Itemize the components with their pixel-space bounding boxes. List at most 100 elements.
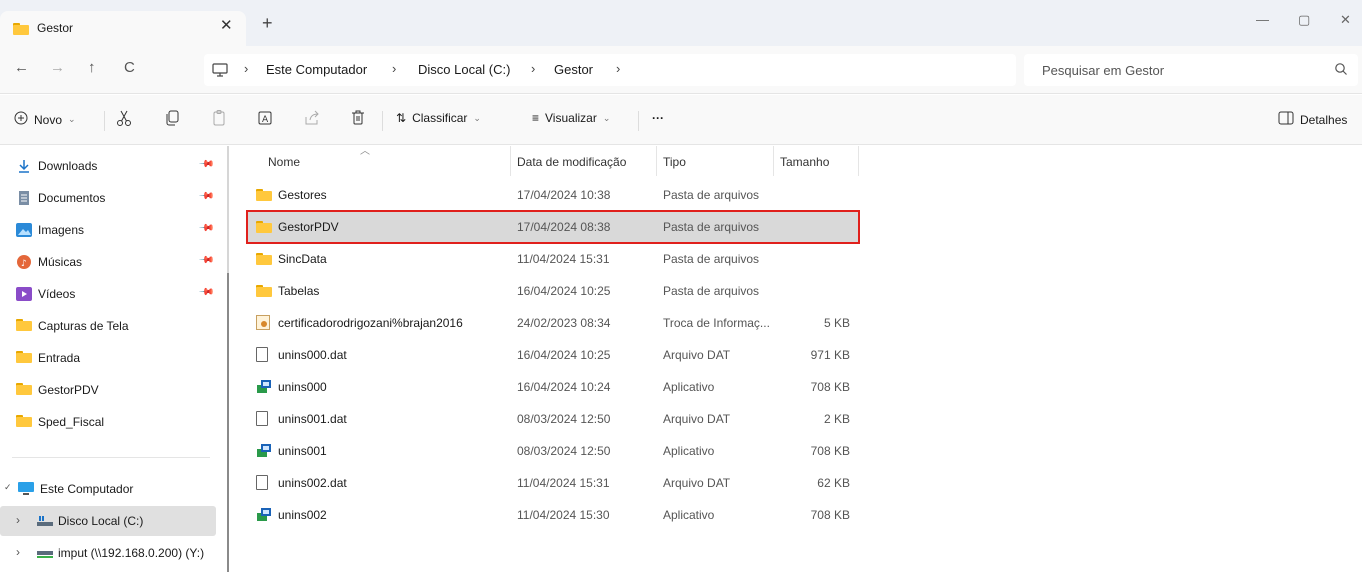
file-type: Aplicativo bbox=[663, 508, 715, 522]
file-type: Pasta de arquivos bbox=[663, 284, 760, 298]
sidebar-item-musicas[interactable]: ♪ Músicas 📌 bbox=[0, 247, 216, 277]
search-icon[interactable] bbox=[1334, 62, 1348, 79]
cut-icon[interactable] bbox=[114, 108, 134, 128]
sidebar-item-label: Entrada bbox=[38, 351, 81, 365]
column-header-type[interactable]: Tipo bbox=[663, 155, 686, 169]
folder-icon bbox=[256, 189, 272, 201]
sort-label: Classificar bbox=[412, 111, 468, 125]
file-row-unins000[interactable]: unins000 16/04/2024 10:24 Aplicativo 708… bbox=[248, 372, 858, 402]
sort-button[interactable]: ⇅ Classificar ⌄ bbox=[396, 111, 481, 125]
sidebar-scrollbar[interactable] bbox=[227, 146, 229, 572]
expanded-chevron-icon[interactable]: ✓ bbox=[4, 482, 12, 493]
column-divider[interactable] bbox=[656, 146, 657, 176]
file-date: 11/04/2024 15:31 bbox=[517, 476, 610, 490]
up-button[interactable]: ↑ bbox=[88, 59, 96, 76]
address-bar[interactable]: › Este Computador › Disco Local (C:) › G… bbox=[204, 54, 1016, 86]
tab-close-button[interactable]: ✕ bbox=[220, 16, 233, 34]
file-row-gestorpdv[interactable]: GestorPDV 17/04/2024 08:38 Pasta de arqu… bbox=[246, 210, 860, 244]
delete-icon[interactable] bbox=[348, 108, 368, 128]
sort-ascending-icon: ︿ bbox=[360, 146, 370, 157]
music-icon: ♪ bbox=[16, 255, 32, 269]
document-icon bbox=[16, 191, 32, 205]
forward-button[interactable]: → bbox=[50, 59, 65, 76]
column-divider[interactable] bbox=[510, 146, 511, 176]
column-divider[interactable] bbox=[858, 146, 859, 176]
sidebar-item-este-computador[interactable]: ✓ Este Computador bbox=[0, 474, 216, 504]
file-type: Arquivo DAT bbox=[663, 348, 731, 362]
sidebar-item-sped-fiscal[interactable]: Sped_Fiscal bbox=[0, 407, 216, 437]
svg-text:♪: ♪ bbox=[21, 259, 27, 269]
scrollbar-thumb[interactable] bbox=[227, 273, 229, 572]
new-tab-button[interactable]: + bbox=[262, 13, 273, 34]
close-window-button[interactable]: ✕ bbox=[1340, 12, 1351, 28]
more-options-button[interactable]: ··· bbox=[652, 111, 664, 125]
file-row-tabelas[interactable]: Tabelas 16/04/2024 10:25 Pasta de arquiv… bbox=[248, 276, 858, 306]
file-row-gestores[interactable]: Gestores 17/04/2024 10:38 Pasta de arqui… bbox=[248, 180, 858, 210]
tab-gestor[interactable]: Gestor ✕ bbox=[0, 11, 246, 46]
folder-icon bbox=[16, 415, 32, 429]
sidebar-item-label: Downloads bbox=[38, 159, 98, 173]
sidebar-item-network-drive[interactable]: › imput (\\192.168.0.200) (Y:) bbox=[0, 538, 216, 568]
sidebar-item-entrada[interactable]: Entrada bbox=[0, 343, 216, 373]
tab-title: Gestor bbox=[37, 21, 74, 35]
file-icon bbox=[256, 411, 268, 426]
svg-text:A: A bbox=[262, 115, 269, 125]
file-row-unins000-dat[interactable]: unins000.dat 16/04/2024 10:25 Arquivo DA… bbox=[248, 340, 858, 370]
column-divider[interactable] bbox=[773, 146, 774, 176]
file-size: 971 KB bbox=[810, 348, 850, 362]
sidebar-item-documentos[interactable]: Documentos 📌 bbox=[0, 183, 216, 213]
breadcrumb-gestor[interactable]: Gestor bbox=[554, 62, 593, 77]
file-type: Aplicativo bbox=[663, 444, 715, 458]
file-row-unins002[interactable]: unins002 11/04/2024 15:30 Aplicativo 708… bbox=[248, 500, 858, 530]
file-type: Troca de Informaç... bbox=[663, 316, 770, 330]
view-button[interactable]: ≡ Visualizar ⌄ bbox=[532, 111, 610, 125]
column-header-date[interactable]: Data de modificação bbox=[517, 155, 626, 169]
sidebar-item-label: Sped_Fiscal bbox=[38, 415, 105, 429]
sidebar-item-disco-local[interactable]: › Disco Local (C:) bbox=[0, 506, 216, 536]
search-box[interactable]: Pesquisar em Gestor bbox=[1024, 54, 1358, 86]
copy-icon[interactable] bbox=[162, 108, 182, 128]
refresh-button[interactable]: C bbox=[124, 59, 135, 76]
file-row-unins001[interactable]: unins001 08/03/2024 12:50 Aplicativo 708… bbox=[248, 436, 858, 466]
sidebar-item-capturas-de-tela[interactable]: Capturas de Tela bbox=[0, 311, 216, 341]
paste-icon[interactable] bbox=[210, 108, 230, 128]
file-size: 708 KB bbox=[810, 444, 850, 458]
sidebar-item-videos[interactable]: Vídeos 📌 bbox=[0, 279, 216, 309]
maximize-button[interactable]: ▢ bbox=[1298, 12, 1310, 28]
sidebar-item-gestorpdv[interactable]: GestorPDV bbox=[0, 375, 216, 405]
back-button[interactable]: ← bbox=[14, 59, 29, 76]
expand-chevron-icon[interactable]: › bbox=[16, 545, 20, 559]
title-bar: Gestor ✕ + — ▢ ✕ bbox=[0, 0, 1362, 46]
file-date: 11/04/2024 15:30 bbox=[517, 508, 610, 522]
file-name: unins001.dat bbox=[278, 412, 347, 426]
sidebar-item-imagens[interactable]: Imagens 📌 bbox=[0, 215, 216, 245]
rename-icon[interactable]: A bbox=[256, 108, 276, 128]
file-row-certificado[interactable]: certificadorodrigozani%brajan2016 24/02/… bbox=[248, 308, 858, 338]
share-icon[interactable] bbox=[302, 108, 322, 128]
file-size: 5 KB bbox=[823, 316, 850, 330]
new-button[interactable]: Novo ⌄ bbox=[14, 111, 76, 128]
pin-icon: 📌 bbox=[197, 252, 215, 269]
divider bbox=[638, 111, 639, 131]
minimize-button[interactable]: — bbox=[1256, 12, 1269, 27]
sidebar-item-label: imput (\\192.168.0.200) (Y:) bbox=[58, 546, 205, 560]
application-icon bbox=[256, 506, 272, 522]
file-row-unins002-dat[interactable]: unins002.dat 11/04/2024 15:31 Arquivo DA… bbox=[248, 468, 858, 498]
file-icon bbox=[256, 475, 268, 490]
file-row-unins001-dat[interactable]: unins001.dat 08/03/2024 12:50 Arquivo DA… bbox=[248, 404, 858, 434]
breadcrumb-este-computador[interactable]: Este Computador bbox=[266, 62, 367, 77]
file-icon bbox=[256, 347, 268, 362]
file-size: 708 KB bbox=[810, 380, 850, 394]
column-header-size[interactable]: Tamanho bbox=[780, 155, 829, 169]
sidebar-item-downloads[interactable]: Downloads 📌 bbox=[0, 151, 216, 181]
file-type: Pasta de arquivos bbox=[663, 188, 760, 202]
sidebar-item-label: Músicas bbox=[38, 255, 83, 269]
column-header-name[interactable]: Nome bbox=[268, 155, 300, 169]
file-date: 16/04/2024 10:24 bbox=[517, 380, 611, 394]
details-button[interactable]: Detalhes bbox=[1278, 111, 1347, 128]
file-name: Gestores bbox=[278, 188, 327, 202]
expand-chevron-icon[interactable]: › bbox=[16, 513, 20, 527]
breadcrumb-disco-local[interactable]: Disco Local (C:) bbox=[418, 62, 510, 77]
file-name: unins000 bbox=[278, 380, 327, 394]
file-row-sincdata[interactable]: SincData 11/04/2024 15:31 Pasta de arqui… bbox=[248, 244, 858, 274]
